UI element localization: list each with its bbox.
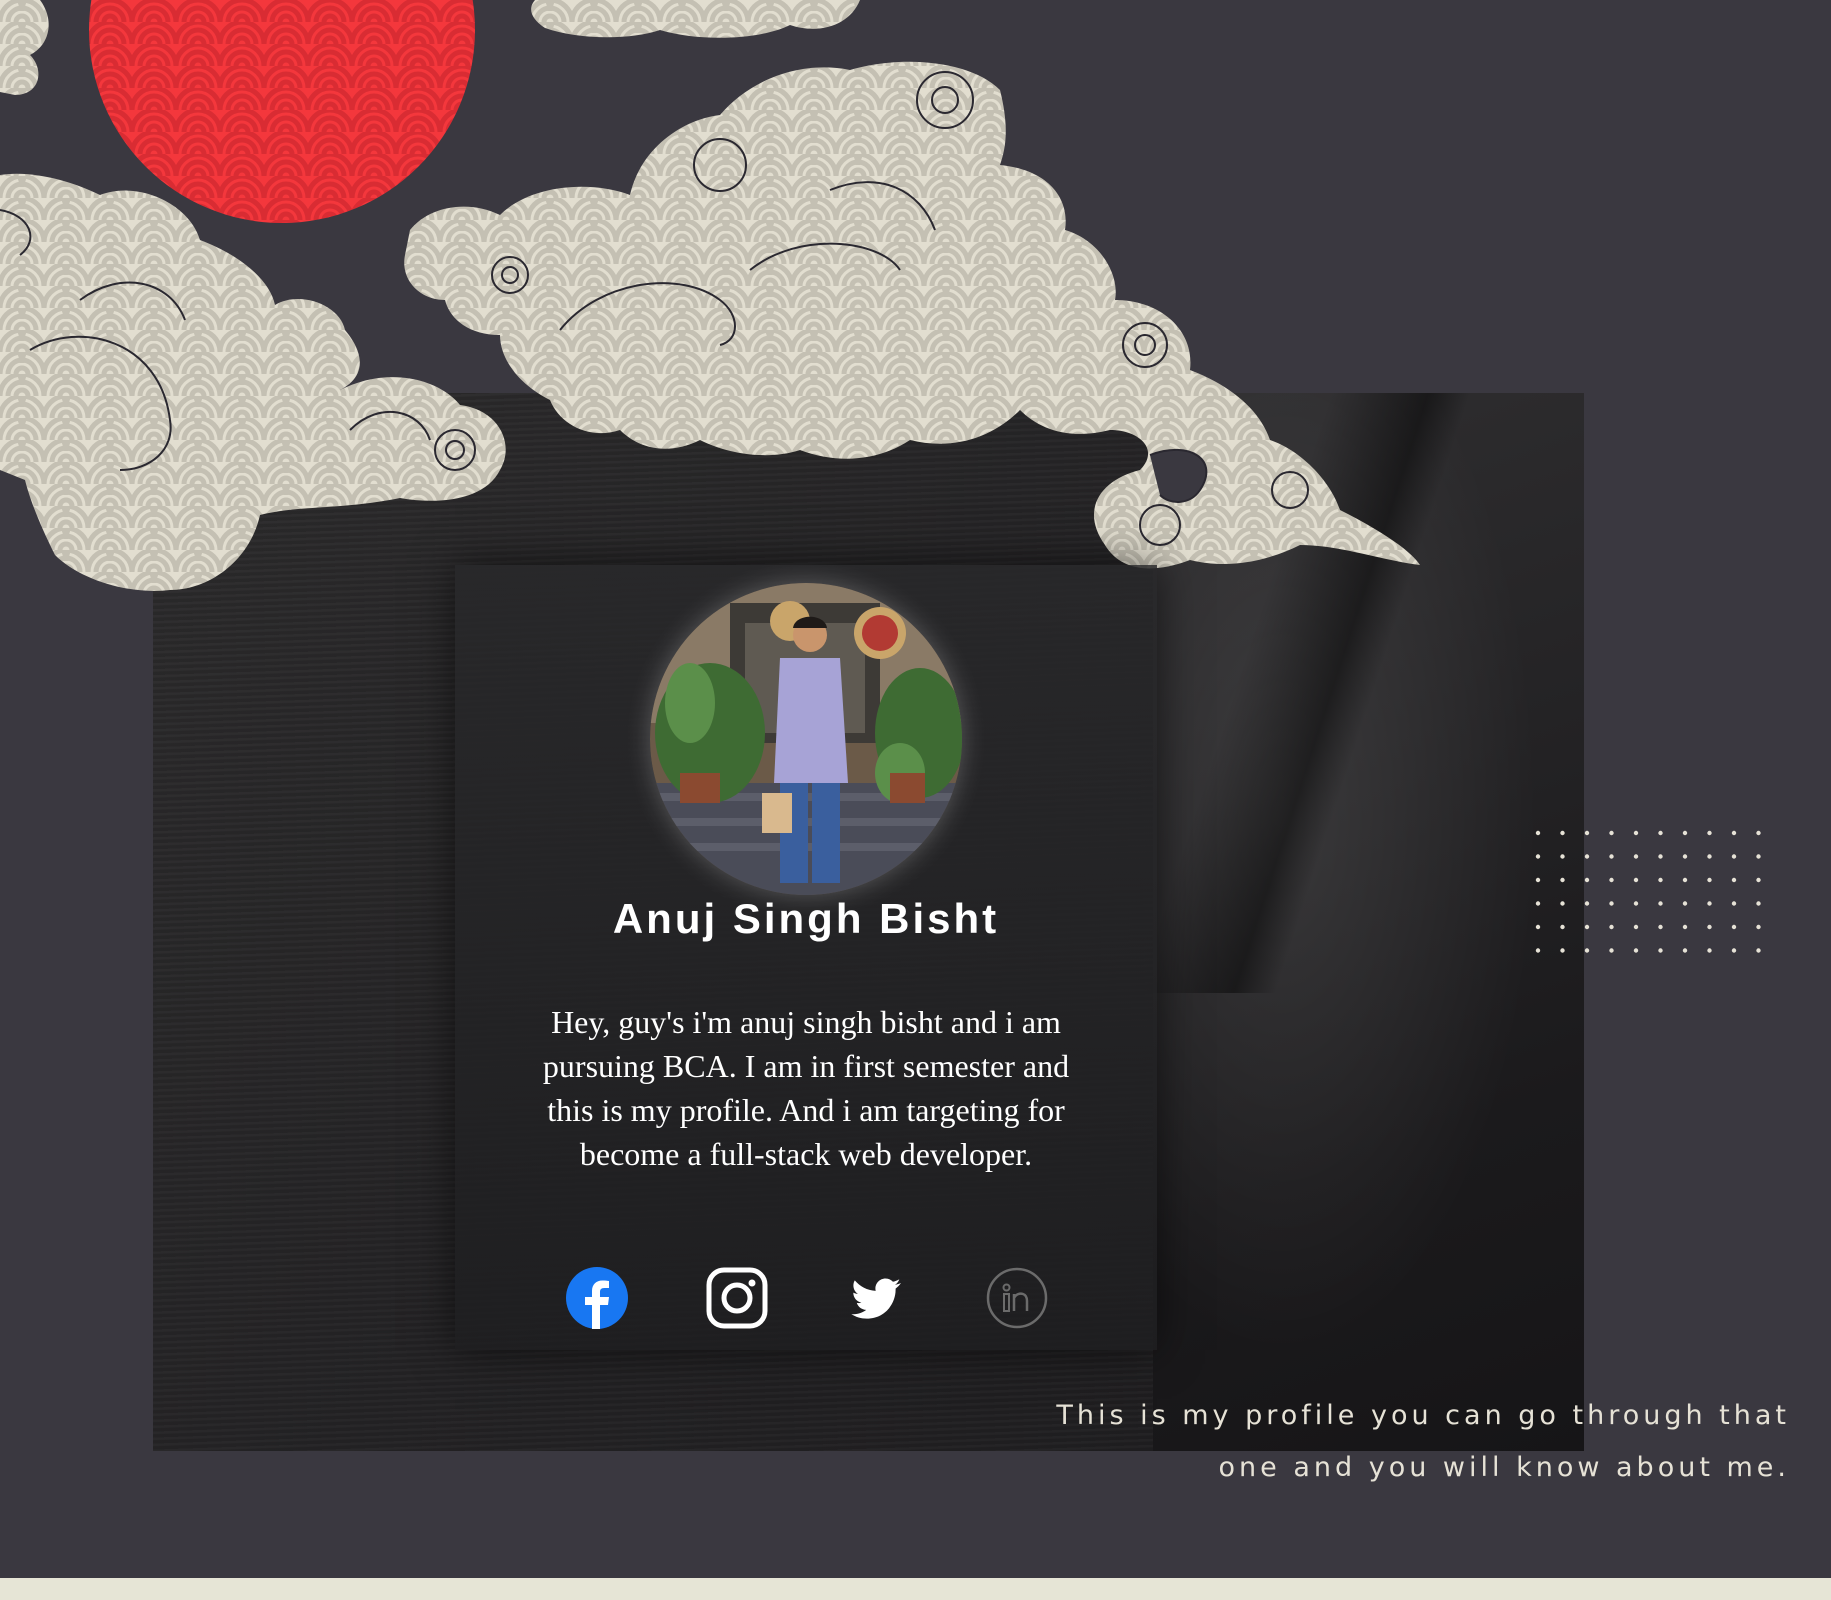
dot	[1731, 830, 1737, 836]
instagram-icon	[706, 1267, 768, 1329]
dot	[1682, 948, 1688, 953]
profile-avatar	[650, 583, 962, 895]
dot	[1658, 948, 1663, 953]
dot	[1560, 901, 1565, 906]
dot	[1756, 877, 1761, 883]
dot	[1535, 877, 1541, 883]
dot	[1584, 948, 1590, 953]
dot	[1560, 924, 1565, 930]
dot	[1682, 877, 1688, 883]
dot	[1633, 948, 1639, 953]
bottom-strip	[0, 1578, 1831, 1600]
dot	[1535, 924, 1541, 930]
cloud-top-middle	[531, 0, 860, 38]
facebook-link[interactable]	[566, 1267, 628, 1329]
red-sun	[89, 0, 475, 223]
twitter-link[interactable]	[846, 1267, 908, 1329]
dot	[1731, 854, 1737, 859]
dot	[1560, 830, 1565, 836]
dot	[1560, 854, 1565, 859]
dot	[1658, 901, 1663, 906]
dot	[1584, 854, 1590, 859]
dot	[1707, 854, 1712, 859]
dot	[1609, 948, 1614, 953]
dot	[1560, 948, 1565, 953]
dot	[1682, 830, 1688, 836]
dot	[1682, 901, 1688, 906]
dot	[1658, 924, 1663, 930]
dot	[1756, 901, 1761, 906]
dot	[1584, 924, 1590, 930]
cloud-right	[404, 61, 1420, 569]
facebook-icon	[566, 1267, 628, 1329]
linkedin-link[interactable]	[986, 1267, 1048, 1329]
profile-caption: This is my profile you can go through th…	[980, 1390, 1790, 1494]
dot	[1609, 830, 1614, 836]
dot	[1707, 830, 1712, 836]
japanese-cloud-art	[0, 0, 1420, 591]
dot	[1633, 901, 1639, 906]
dot	[1560, 877, 1565, 883]
linkedin-icon	[986, 1267, 1048, 1329]
dot	[1609, 854, 1614, 859]
dot	[1707, 924, 1712, 930]
dot	[1584, 901, 1590, 906]
dot	[1756, 830, 1761, 836]
dot	[1584, 877, 1590, 883]
dot	[1535, 830, 1541, 836]
instagram-link[interactable]	[706, 1267, 768, 1329]
dot	[1535, 901, 1541, 906]
profile-bio: Hey, guy's i'm anuj singh bisht and i am…	[542, 1004, 1070, 1172]
dot	[1633, 854, 1639, 859]
dot	[1756, 948, 1761, 953]
profile-photo	[650, 583, 962, 895]
dot	[1535, 948, 1541, 953]
dot	[1731, 901, 1737, 906]
dot	[1756, 854, 1761, 859]
profile-name: Anuj Singh Bisht	[612, 895, 1000, 942]
dot	[1609, 901, 1614, 906]
dot	[1731, 924, 1737, 930]
twitter-icon	[851, 1278, 901, 1319]
dot	[1633, 877, 1639, 883]
dot	[1658, 854, 1663, 859]
dot	[1682, 854, 1688, 859]
dot	[1633, 924, 1639, 930]
dot-grid-decoration	[1535, 830, 1761, 953]
dot	[1682, 924, 1688, 930]
dot	[1584, 830, 1590, 836]
dot	[1731, 948, 1737, 953]
dot	[1609, 924, 1614, 930]
dot	[1756, 924, 1761, 930]
dot	[1707, 901, 1712, 906]
dot	[1707, 877, 1712, 883]
dot	[1658, 877, 1663, 883]
dot	[1609, 877, 1614, 883]
dot	[1731, 877, 1737, 883]
caption-line-2: one and you will know about me.	[1218, 1452, 1790, 1483]
dot	[1707, 948, 1712, 953]
caption-line-1: This is my profile you can go through th…	[1056, 1400, 1790, 1431]
dot	[1658, 830, 1663, 836]
dot	[1535, 854, 1541, 859]
dot	[1633, 830, 1639, 836]
cloud-top-left	[0, 0, 49, 95]
